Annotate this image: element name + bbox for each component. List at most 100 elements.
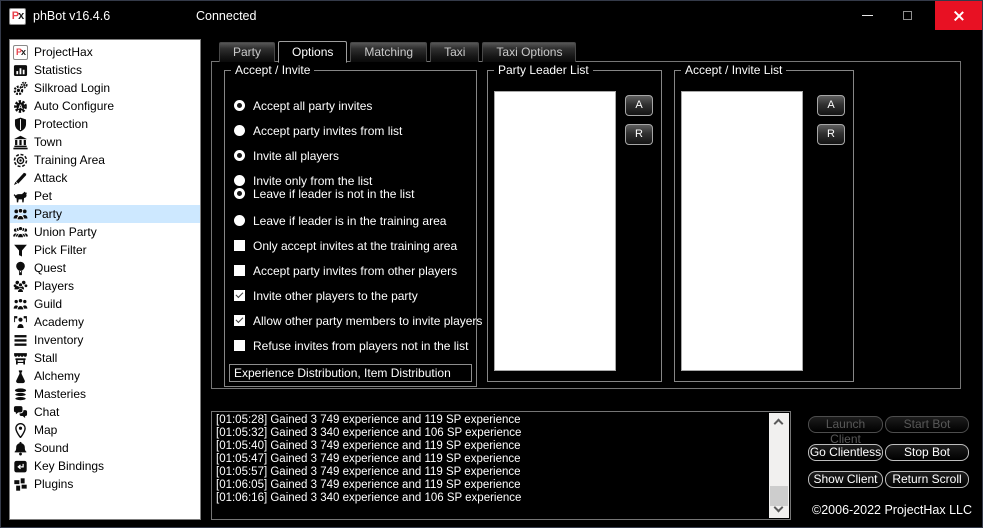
sidebar-item-quest[interactable]: Quest bbox=[10, 259, 200, 277]
radio-icon[interactable] bbox=[234, 175, 245, 186]
sidebar-item-map[interactable]: Map bbox=[10, 421, 200, 439]
players-icon bbox=[13, 279, 28, 294]
radio-accept-all-party-invites[interactable]: Accept all party invites bbox=[234, 99, 372, 113]
sidebar-item-party[interactable]: Party bbox=[10, 205, 200, 223]
accept-invite-group: Accept / Invite Accept all party invites… bbox=[224, 63, 482, 387]
log-line: [01:05:57] Gained 3 749 experience and 1… bbox=[216, 466, 521, 478]
sidebar-item-guild[interactable]: Guild bbox=[10, 295, 200, 313]
accept-invite-list[interactable] bbox=[681, 91, 803, 371]
sidebar-item-training-area[interactable]: Training Area bbox=[10, 151, 200, 169]
log-line: [01:06:05] Gained 3 749 experience and 1… bbox=[216, 479, 521, 491]
radio-icon[interactable] bbox=[234, 150, 245, 161]
checkbox-icon[interactable] bbox=[234, 315, 245, 326]
radio-leave-if-leader-in-training-area[interactable]: Leave if leader is in the training area bbox=[234, 214, 446, 228]
auto-configure-icon bbox=[13, 99, 28, 114]
radio-accept-party-invites-from-list[interactable]: Accept party invites from list bbox=[234, 124, 402, 138]
launch-client-button[interactable]: Launch Client bbox=[808, 416, 883, 446]
sidebar-item-pick-filter[interactable]: Pick Filter bbox=[10, 241, 200, 259]
sidebar-item-academy[interactable]: Academy bbox=[10, 313, 200, 331]
sidebar-item-town[interactable]: Town bbox=[10, 133, 200, 151]
sidebar-item-statistics[interactable]: Statistics bbox=[10, 61, 200, 79]
checkbox-icon[interactable] bbox=[234, 290, 245, 301]
stall-icon bbox=[13, 351, 28, 366]
accept-invite-add-button[interactable]: A bbox=[817, 95, 845, 116]
titlebar: Px phBot v16.4.6 Connected bbox=[1, 1, 982, 31]
tab-taxi[interactable]: Taxi bbox=[430, 42, 480, 62]
radio-icon[interactable] bbox=[234, 215, 245, 226]
minimize-button[interactable] bbox=[846, 1, 888, 30]
sidebar-item-players[interactable]: Players bbox=[10, 277, 200, 295]
sidebar-item-masteries[interactable]: Masteries bbox=[10, 385, 200, 403]
sidebar-item-union-party[interactable]: Union Party bbox=[10, 223, 200, 241]
radio-invite-only-from-list[interactable]: Invite only from the list bbox=[234, 174, 372, 188]
party-icon bbox=[13, 207, 28, 222]
sidebar-item-sound[interactable]: Sound bbox=[10, 439, 200, 457]
start-bot-button[interactable]: Start Bot bbox=[885, 416, 969, 433]
return-scroll-button[interactable]: Return Scroll bbox=[885, 471, 969, 488]
close-icon bbox=[953, 10, 965, 22]
gears-icon bbox=[13, 81, 28, 96]
log-output[interactable]: [01:05:28] Gained 3 749 experience and 1… bbox=[211, 411, 791, 520]
radio-icon[interactable] bbox=[234, 188, 245, 199]
guild-icon bbox=[13, 297, 28, 312]
sidebar-item-stall[interactable]: Stall bbox=[10, 349, 200, 367]
sidebar-item-chat[interactable]: Chat bbox=[10, 403, 200, 421]
target-icon bbox=[13, 153, 28, 168]
sidebar-item-protection[interactable]: Protection bbox=[10, 115, 200, 133]
checkbox-refuse-invites-not-in-list[interactable]: Refuse invites from players not in the l… bbox=[234, 339, 468, 353]
go-clientless-button[interactable]: Go Clientless bbox=[808, 444, 883, 461]
sidebar-item-key-bindings[interactable]: Key Bindings bbox=[10, 457, 200, 475]
tab-matching[interactable]: Matching bbox=[350, 42, 428, 62]
party-leader-remove-button[interactable]: R bbox=[625, 124, 653, 145]
pet-icon bbox=[13, 189, 28, 204]
projecthax-logo-icon: Px bbox=[13, 44, 28, 60]
sidebar-item-alchemy[interactable]: Alchemy bbox=[10, 367, 200, 385]
sidebar-item-auto-configure[interactable]: Auto Configure bbox=[10, 97, 200, 115]
radio-icon[interactable] bbox=[234, 100, 245, 111]
map-pin-icon bbox=[13, 423, 28, 438]
statistics-icon bbox=[13, 63, 28, 78]
tab-party[interactable]: Party bbox=[219, 42, 276, 62]
options-panel: Accept / Invite Accept all party invites… bbox=[211, 61, 961, 389]
checkbox-icon[interactable] bbox=[234, 265, 245, 276]
log-scrollbar[interactable] bbox=[769, 413, 789, 518]
radio-invite-all-players[interactable]: Invite all players bbox=[234, 149, 339, 163]
inventory-icon bbox=[13, 333, 28, 348]
alchemy-icon bbox=[13, 369, 28, 384]
academy-icon bbox=[13, 315, 28, 330]
sidebar-item-pet[interactable]: Pet bbox=[10, 187, 200, 205]
distribution-field[interactable]: Experience Distribution, Item Distributi… bbox=[229, 364, 472, 382]
sidebar-item-silkroad-login[interactable]: Silkroad Login bbox=[10, 79, 200, 97]
checkbox-icon[interactable] bbox=[234, 340, 245, 351]
sidebar-item-plugins[interactable]: Plugins bbox=[10, 475, 200, 493]
copyright: ©2006-2022 ProjectHax LLC bbox=[812, 503, 972, 517]
log-line: [01:06:16] Gained 3 340 experience and 1… bbox=[216, 492, 522, 504]
stop-bot-button[interactable]: Stop Bot bbox=[885, 444, 969, 461]
checkbox-invite-other-players[interactable]: Invite other players to the party bbox=[234, 289, 418, 303]
checkbox-icon[interactable] bbox=[234, 240, 245, 251]
checkbox-accept-invites-other-players[interactable]: Accept party invites from other players bbox=[234, 264, 457, 278]
tab-options[interactable]: Options bbox=[278, 41, 348, 63]
party-leader-add-button[interactable]: A bbox=[625, 95, 653, 116]
show-client-button[interactable]: Show Client bbox=[808, 471, 883, 488]
plugins-icon bbox=[13, 477, 28, 492]
close-button[interactable] bbox=[935, 1, 982, 30]
union-party-icon bbox=[13, 225, 28, 240]
checkbox-allow-members-invite[interactable]: Allow other party members to invite play… bbox=[234, 314, 482, 328]
party-leader-list[interactable] bbox=[494, 91, 616, 371]
radio-leave-if-leader-not-in-list[interactable]: Leave if leader is not in the list bbox=[234, 187, 414, 201]
scroll-up-icon[interactable] bbox=[773, 418, 784, 429]
maximize-button[interactable] bbox=[890, 1, 924, 30]
sidebar-item-inventory[interactable]: Inventory bbox=[10, 331, 200, 349]
maximize-icon bbox=[902, 11, 912, 20]
accept-invite-remove-button[interactable]: R bbox=[817, 124, 845, 145]
phbot-logo-icon: Px bbox=[9, 8, 26, 25]
radio-icon[interactable] bbox=[234, 125, 245, 136]
checkbox-only-accept-invites-training-area[interactable]: Only accept invites at the training area bbox=[234, 239, 457, 253]
sidebar-item-attack[interactable]: Attack bbox=[10, 169, 200, 187]
sidebar-item-projecthax[interactable]: Px ProjectHax bbox=[10, 43, 200, 61]
group-title: Party Leader List bbox=[494, 63, 593, 77]
party-leader-group: Party Leader List A R bbox=[487, 63, 662, 382]
tab-taxi-options[interactable]: Taxi Options bbox=[482, 42, 577, 62]
key-icon bbox=[13, 459, 28, 474]
